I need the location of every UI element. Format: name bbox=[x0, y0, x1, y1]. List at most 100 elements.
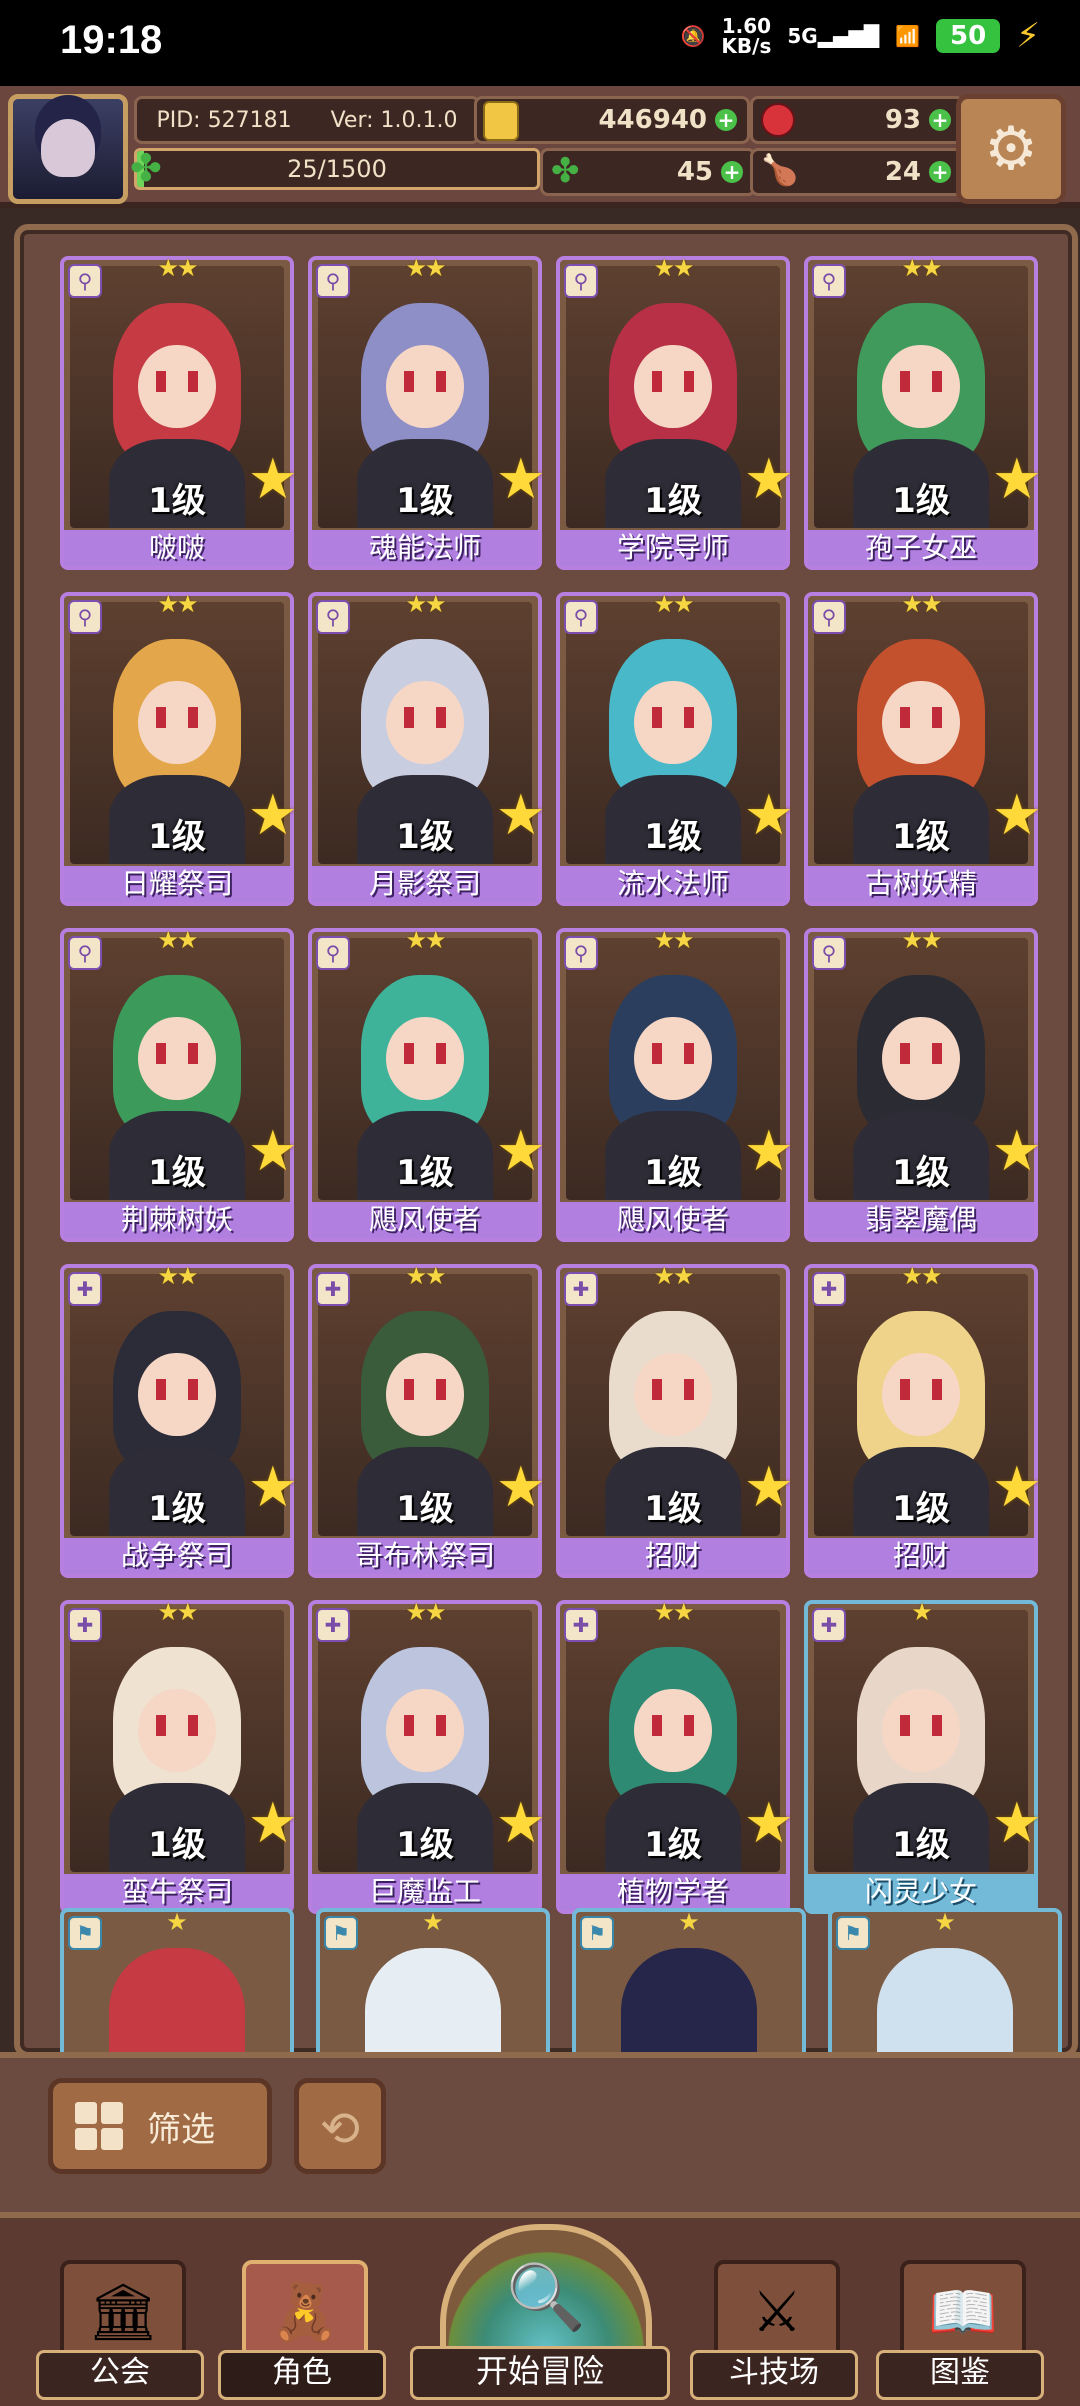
player-id: PID: 527181 bbox=[156, 107, 292, 133]
rarity-stars: ★★ bbox=[653, 254, 694, 282]
star-upgrade-icon: ★ bbox=[743, 447, 794, 512]
gold-coin-icon bbox=[483, 101, 519, 141]
character-card[interactable]: ⚲★★1级★▲魂能法师 bbox=[308, 254, 546, 570]
class-icon: ⚲ bbox=[564, 264, 598, 298]
character-card[interactable]: ⚲★★1级★▲飓风使者 bbox=[556, 926, 794, 1242]
character-card[interactable]: ⚲★★1级★▲流水法师 bbox=[556, 590, 794, 906]
character-card[interactable]: ⚲★★1级★▲古树妖精 bbox=[804, 590, 1042, 906]
rarity-stars: ★★ bbox=[653, 590, 694, 618]
character-card[interactable]: ⚲★★1级★▲孢子女巫 bbox=[804, 254, 1042, 570]
character-card[interactable]: ✚★★1级★▲战争祭司 bbox=[60, 1262, 298, 1578]
add-clover-button[interactable]: + bbox=[721, 161, 743, 183]
character-card-partial[interactable]: ⚑ ★ bbox=[828, 1908, 1062, 2052]
class-icon: ⚑ bbox=[836, 1916, 870, 1950]
character-name: 荆棘树妖 bbox=[64, 1202, 290, 1238]
character-card[interactable]: ✚★★1级★▲巨魔监工 bbox=[308, 1598, 546, 1914]
mute-icon: 🔕 bbox=[680, 24, 706, 48]
player-avatar[interactable] bbox=[8, 94, 128, 204]
rarity-stars: ★ bbox=[934, 1908, 956, 1936]
add-food-button[interactable]: + bbox=[929, 161, 951, 183]
rarity-stars: ★★ bbox=[901, 254, 942, 282]
character-card[interactable]: ⚲★★1级★▲日耀祭司 bbox=[60, 590, 298, 906]
nav-start-adventure[interactable]: 🔍 开始冒险 bbox=[410, 2224, 670, 2400]
character-name: 日耀祭司 bbox=[64, 866, 290, 902]
class-icon: ⚲ bbox=[68, 936, 102, 970]
class-icon: ✚ bbox=[68, 1608, 102, 1642]
rarity-stars: ★★ bbox=[157, 926, 198, 954]
clover-counter: ✤ 45 + bbox=[540, 148, 756, 196]
character-card[interactable]: ✚★★1级★▲招财 bbox=[804, 1262, 1042, 1578]
nav-characters-label: 角色 bbox=[218, 2350, 386, 2400]
class-icon: ⚲ bbox=[316, 600, 350, 634]
net-speed: 1.60 KB/s bbox=[721, 14, 772, 58]
drumstick-icon: 🍗 bbox=[761, 153, 799, 188]
character-card[interactable]: ⚲★★1级★▲月影祭司 bbox=[308, 590, 546, 906]
settings-button[interactable]: ⚙ bbox=[956, 94, 1066, 204]
star-upgrade-icon: ★ bbox=[247, 1455, 298, 1520]
character-card[interactable]: ✚★★1级★▲哥布林祭司 bbox=[308, 1262, 546, 1578]
nav-codex[interactable]: 📖 图鉴 bbox=[876, 2250, 1044, 2400]
character-card[interactable]: ✚★1级★▲闪灵少女 bbox=[804, 1598, 1042, 1914]
character-card[interactable]: ✚★★1级★▲招财 bbox=[556, 1262, 794, 1578]
class-icon: ✚ bbox=[812, 1272, 846, 1306]
character-card[interactable]: ⚲★★1级★▲啵啵 bbox=[60, 254, 298, 570]
filter-button[interactable]: 筛选 bbox=[48, 2078, 272, 2174]
character-card[interactable]: ⚲★★1级★▲荆棘树妖 bbox=[60, 926, 298, 1242]
character-card-partial[interactable]: ⚑ ★ bbox=[572, 1908, 806, 2052]
character-name: 蛮牛祭司 bbox=[64, 1874, 290, 1910]
clover-value: 45 bbox=[676, 157, 713, 187]
red-gem-icon bbox=[761, 103, 795, 137]
character-board: ⚲★★1级★▲啵啵⚲★★1级★▲魂能法师⚲★★1级★▲学院导师⚲★★1级★▲孢子… bbox=[14, 224, 1078, 2058]
character-name: 闪灵少女 bbox=[808, 1874, 1034, 1910]
star-upgrade-icon: ★ bbox=[247, 1119, 298, 1184]
nav-arena[interactable]: ⚔ 斗技场 bbox=[690, 2250, 858, 2400]
rarity-stars: ★★ bbox=[653, 1262, 694, 1290]
class-icon: ✚ bbox=[812, 1608, 846, 1642]
filter-label: 筛选 bbox=[147, 2109, 215, 2150]
rarity-stars: ★ bbox=[422, 1908, 444, 1936]
game-version: Ver: 1.0.1.0 bbox=[330, 107, 458, 133]
rarity-stars: ★★ bbox=[653, 926, 694, 954]
character-card-partial[interactable]: ⚑ ★ bbox=[60, 1908, 294, 2052]
refresh-button[interactable]: ⟲ bbox=[294, 2078, 386, 2174]
star-upgrade-icon: ★ bbox=[495, 1791, 546, 1856]
star-upgrade-icon: ★ bbox=[247, 783, 298, 848]
nav-codex-label: 图鉴 bbox=[876, 2350, 1044, 2400]
add-gold-button[interactable]: + bbox=[715, 109, 737, 131]
wifi-icon: 📶 bbox=[895, 24, 921, 48]
star-upgrade-icon: ★ bbox=[991, 1791, 1042, 1856]
character-card[interactable]: ⚲★★1级★▲翡翠魔偶 bbox=[804, 926, 1042, 1242]
character-card-partial[interactable]: ⚑ ★ bbox=[316, 1908, 550, 2052]
rarity-stars: ★★ bbox=[405, 254, 446, 282]
character-name: 植物学者 bbox=[560, 1874, 786, 1910]
nav-guild[interactable]: 🏛 公会 bbox=[36, 2250, 204, 2400]
gold-value: 446940 bbox=[598, 105, 707, 135]
character-name: 月影祭司 bbox=[312, 866, 538, 902]
character-card[interactable]: ⚲★★1级★▲学院导师 bbox=[556, 254, 794, 570]
player-info: PID: 527181 Ver: 1.0.1.0 bbox=[134, 96, 480, 144]
character-name: 学院导师 bbox=[560, 530, 786, 566]
character-card[interactable]: ⚲★★1级★▲飓风使者 bbox=[308, 926, 546, 1242]
add-gem-button[interactable]: + bbox=[929, 109, 951, 131]
class-icon: ⚲ bbox=[68, 264, 102, 298]
star-upgrade-icon: ★ bbox=[495, 783, 546, 848]
character-name: 古树妖精 bbox=[808, 866, 1034, 902]
star-upgrade-icon: ★ bbox=[991, 1455, 1042, 1520]
nav-guild-label: 公会 bbox=[36, 2350, 204, 2400]
class-icon: ✚ bbox=[316, 1272, 350, 1306]
character-card[interactable]: ✚★★1级★▲植物学者 bbox=[556, 1598, 794, 1914]
rarity-stars: ★★ bbox=[157, 1598, 198, 1626]
food-counter: 🍗 24 + bbox=[750, 148, 964, 196]
magnifier-icon: 🔍 bbox=[506, 2261, 586, 2335]
rarity-stars: ★ bbox=[911, 1598, 932, 1626]
class-icon: ⚲ bbox=[812, 264, 846, 298]
rarity-stars: ★ bbox=[166, 1908, 188, 1936]
character-card[interactable]: ✚★★1级★▲蛮牛祭司 bbox=[60, 1598, 298, 1914]
status-icons: 🔕 1.60 KB/s 5G▂▄▆█ 📶 50 ⚡ bbox=[680, 16, 1040, 56]
character-name: 啵啵 bbox=[64, 530, 290, 566]
food-value: 24 bbox=[884, 157, 921, 187]
character-grid: ⚲★★1级★▲啵啵⚲★★1级★▲魂能法师⚲★★1级★▲学院导师⚲★★1级★▲孢子… bbox=[60, 254, 1042, 1914]
nav-characters[interactable]: 🧸 角色 bbox=[218, 2250, 386, 2400]
rarity-stars: ★★ bbox=[405, 926, 446, 954]
star-upgrade-icon: ★ bbox=[743, 783, 794, 848]
